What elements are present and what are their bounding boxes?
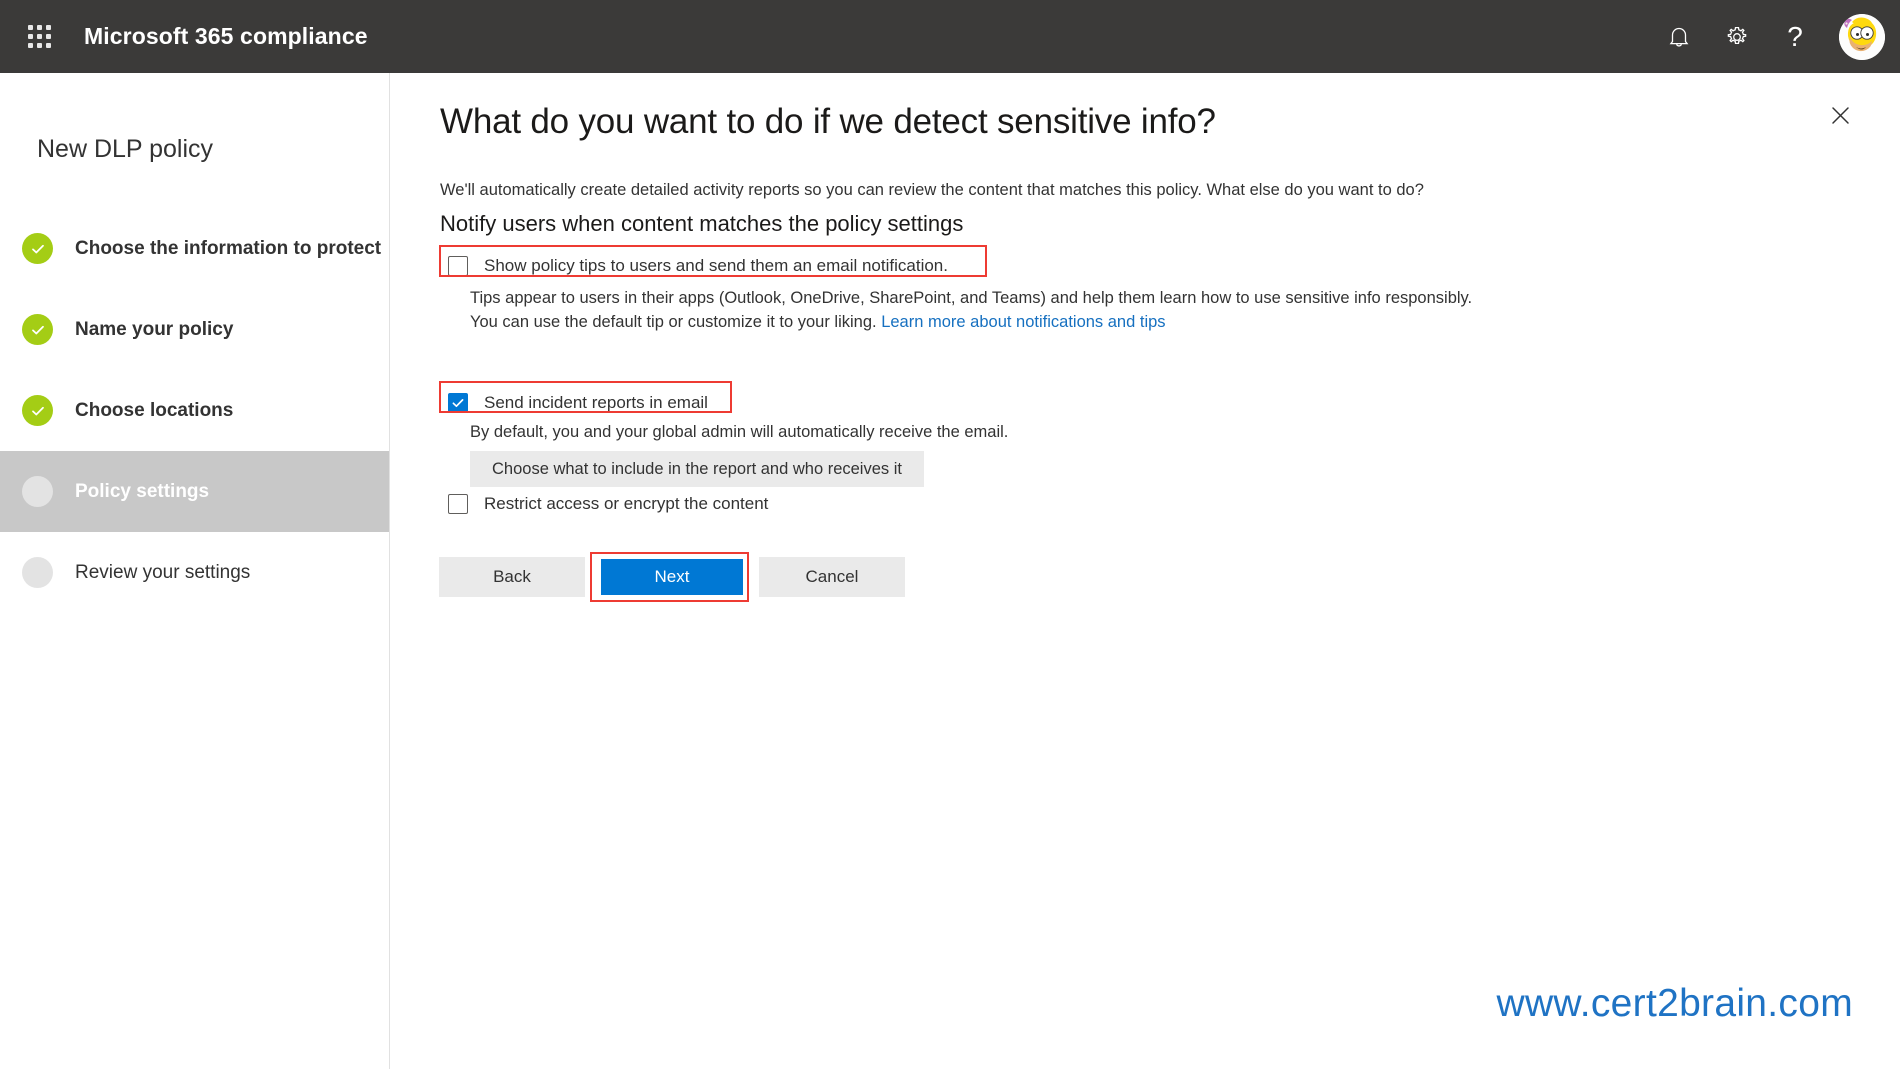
cancel-button[interactable]: Cancel <box>759 557 905 597</box>
page-description: We'll automatically create detailed acti… <box>440 181 1424 199</box>
check-circle-icon <box>22 233 53 264</box>
wizard-button-row: Back Next Cancel <box>439 557 905 597</box>
incident-reports-help-text: By default, you and your global admin wi… <box>470 423 1009 441</box>
restrict-access-checkbox[interactable] <box>448 494 468 514</box>
sidebar-item-review-settings[interactable]: Review your settings <box>0 532 389 613</box>
page-title: What do you want to do if we detect sens… <box>440 102 1216 141</box>
sidebar-item-label: Policy settings <box>75 480 210 502</box>
restrict-access-label: Restrict access or encrypt the content <box>484 494 769 513</box>
top-header-bar: Microsoft 365 compliance ? <box>0 0 1900 73</box>
watermark-text: www.cert2brain.com <box>1496 982 1853 1025</box>
header-actions: ? <box>1650 0 1900 73</box>
sidebar-item-choose-information[interactable]: Choose the information to protect <box>0 208 389 289</box>
main-panel: What do you want to do if we detect sens… <box>390 73 1900 1069</box>
sidebar-item-label: Review your settings <box>75 561 251 583</box>
sidebar-item-label: Choose locations <box>75 399 234 421</box>
sidebar-item-label: Choose the information to protect <box>75 237 382 259</box>
policy-tips-help-line-2: You can use the default tip or customize… <box>470 312 882 331</box>
wizard-title: New DLP policy <box>37 135 214 163</box>
user-avatar-image <box>1839 13 1885 60</box>
check-circle-icon <box>22 314 53 345</box>
policy-tips-label: Show policy tips to users and send them … <box>484 256 948 275</box>
policy-tips-help-text: Tips appear to users in their apps (Outl… <box>470 287 1770 335</box>
policy-tips-checkbox[interactable] <box>448 256 468 276</box>
incident-reports-checkbox[interactable] <box>448 393 468 413</box>
help-glyph: ? <box>1787 20 1803 52</box>
learn-more-link[interactable]: Learn more about notifications and tips <box>881 313 1165 331</box>
sidebar-item-label: Name your policy <box>75 318 234 340</box>
button-spacer <box>585 557 599 597</box>
app-title: Microsoft 365 compliance <box>84 23 368 49</box>
close-icon[interactable] <box>1823 98 1857 132</box>
wizard-sidebar: New DLP policy Choose the information to… <box>0 73 390 1069</box>
configure-report-button[interactable]: Choose what to include in the report and… <box>470 451 924 487</box>
pending-step-circle-icon <box>22 557 53 588</box>
policy-tips-checkbox-row[interactable]: Show policy tips to users and send them … <box>448 256 948 276</box>
current-step-circle-icon <box>22 476 53 507</box>
restrict-access-checkbox-row[interactable]: Restrict access or encrypt the content <box>448 494 768 514</box>
incident-reports-checkbox-row[interactable]: Send incident reports in email <box>448 393 708 413</box>
bell-icon[interactable] <box>1650 0 1708 73</box>
wizard-step-list: Choose the information to protect Name y… <box>0 208 389 613</box>
back-button[interactable]: Back <box>439 557 585 597</box>
sidebar-item-name-policy[interactable]: Name your policy <box>0 289 389 370</box>
section-heading-notify-users: Notify users when content matches the po… <box>440 211 964 236</box>
app-launcher-grid-icon[interactable] <box>16 25 62 48</box>
sidebar-item-policy-settings[interactable]: Policy settings <box>0 451 389 532</box>
gear-icon[interactable] <box>1708 0 1766 73</box>
avatar[interactable] <box>1824 0 1900 73</box>
question-mark-icon[interactable]: ? <box>1766 0 1824 73</box>
app-root: Microsoft 365 compliance ? New DLP polic… <box>0 0 1900 1069</box>
sidebar-item-choose-locations[interactable]: Choose locations <box>0 370 389 451</box>
next-button[interactable]: Next <box>599 557 745 597</box>
check-circle-icon <box>22 395 53 426</box>
button-spacer <box>745 557 759 597</box>
policy-tips-help-line-1: Tips appear to users in their apps (Outl… <box>470 289 1473 307</box>
incident-reports-label: Send incident reports in email <box>484 393 708 412</box>
